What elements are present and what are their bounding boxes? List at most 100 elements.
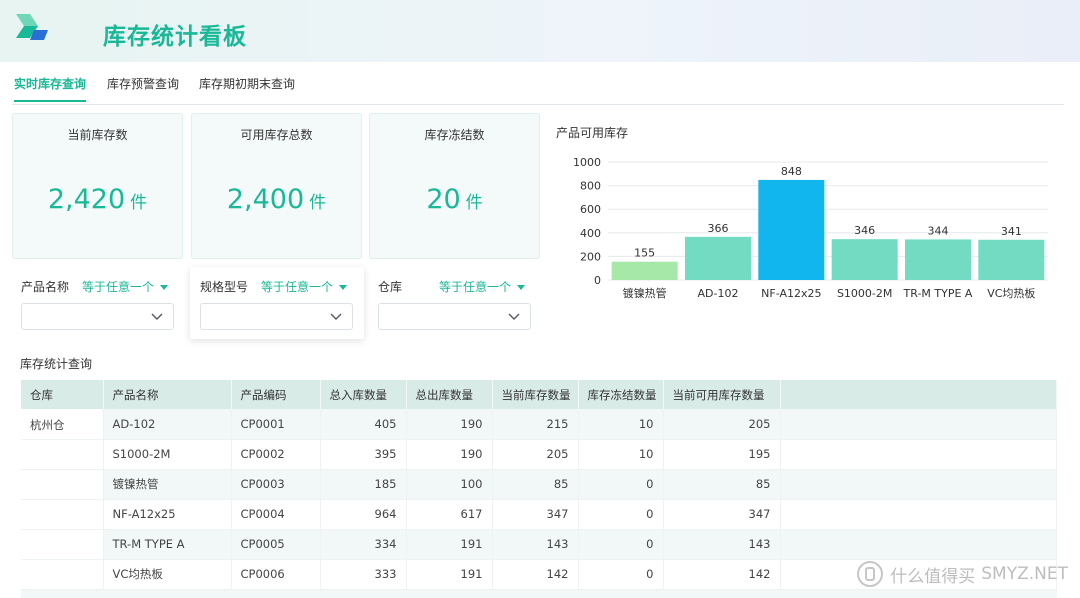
x-tick-label: NF-A12x25 — [761, 287, 821, 300]
column-header-total-in[interactable]: 总入库数量 — [320, 380, 407, 409]
available-stock-cell: 143 — [663, 529, 781, 560]
stat-card-current-stock: 当前库存数 2,420 件 — [12, 113, 183, 259]
filler-cell — [780, 409, 1057, 440]
filter-label-spec-model: 规格型号 — [200, 280, 249, 294]
card-title: 当前库存数 — [67, 128, 128, 142]
filter-operator-text: 等于任意一个 — [439, 280, 512, 294]
filler-cell — [780, 469, 1057, 500]
total-out-cell: 100 — [406, 469, 493, 500]
y-tick-label: 600 — [580, 203, 601, 216]
card-number: 2,420 — [47, 184, 126, 215]
total-out-cell: 191 — [406, 559, 493, 590]
table-section-title: 库存统计查询 — [20, 357, 93, 371]
spec-model-select[interactable] — [200, 303, 353, 330]
product-name-cell: 镀镍热管 — [103, 469, 232, 500]
total-in-cell: 395 — [320, 439, 407, 470]
warehouse-select[interactable] — [378, 303, 531, 330]
card-unit: 件 — [130, 193, 148, 213]
card-value: 20 件 — [370, 184, 539, 215]
card-unit: 件 — [465, 193, 483, 213]
product-name-cell: AD-102 — [103, 409, 232, 440]
caret-down-icon — [517, 285, 526, 290]
column-header-frozen-stock[interactable]: 库存冻结数量 — [578, 380, 664, 409]
x-tick-label: S1000-2M — [837, 287, 892, 300]
column-header-product-code[interactable]: 产品编码 — [231, 380, 321, 409]
warehouse-cell — [21, 529, 104, 560]
filter-operator-text: 等于任意一个 — [82, 280, 155, 294]
product-name-cell: VC均热板 — [103, 559, 232, 590]
watermark: 什么值得买 SMYZ.NET — [856, 556, 1068, 592]
available-stock-cell: 347 — [663, 499, 781, 530]
column-header-warehouse[interactable]: 仓库 — [21, 380, 104, 409]
x-tick-label: AD-102 — [698, 287, 739, 300]
chart-bar — [758, 179, 825, 280]
stat-card-frozen-stock: 库存冻结数 20 件 — [369, 113, 540, 259]
app-header: 库存统计看板 — [0, 0, 1080, 62]
filter-operator-product-name[interactable]: 等于任意一个 — [82, 278, 169, 295]
total-out-cell: 190 — [406, 439, 493, 470]
filler-cell — [780, 499, 1057, 530]
card-value: 2,420 件 — [13, 184, 182, 215]
available-stock-cell: 85 — [663, 469, 781, 500]
chart-bar — [685, 236, 751, 280]
tab-realtime-stock[interactable]: 实时库存查询 — [14, 75, 87, 102]
table-row[interactable]: TR-M TYPE A CP0005 334 191 143 0 143 — [21, 529, 1057, 560]
warehouse-cell — [21, 469, 104, 500]
filler-cell — [780, 529, 1057, 560]
product-code-cell: CP0001 — [231, 409, 321, 440]
table-header-row: 仓库 产品名称 产品编码 总入库数量 总出库数量 当前库存数量 库存冻结数量 当… — [21, 380, 1057, 409]
card-title: 库存冻结数 — [424, 128, 485, 142]
current-stock-cell: 143 — [492, 529, 579, 560]
card-number: 2,400 — [226, 184, 305, 215]
frozen-stock-cell: 0 — [578, 499, 664, 530]
current-stock-cell: 215 — [492, 409, 579, 440]
bar-value-label: 366 — [708, 222, 729, 235]
filter-operator-warehouse[interactable]: 等于任意一个 — [439, 278, 526, 295]
bar-value-label: 346 — [854, 224, 875, 237]
current-stock-cell: 205 — [492, 439, 579, 470]
product-name-cell: S1000-2M — [103, 439, 232, 470]
filter-operator-spec-model[interactable]: 等于任意一个 — [261, 278, 348, 295]
chart-title: 产品可用库存 — [556, 126, 629, 140]
frozen-stock-cell: 0 — [578, 559, 664, 590]
tab-stock-warning[interactable]: 库存预警查询 — [107, 75, 179, 100]
table-row[interactable]: S1000-2M CP0002 395 190 205 10 195 — [21, 439, 1057, 470]
frozen-stock-cell: 0 — [578, 529, 664, 560]
warehouse-cell — [21, 559, 104, 590]
current-stock-cell: 85 — [492, 469, 579, 500]
available-stock-cell: 142 — [663, 559, 781, 590]
table-row[interactable]: 杭州仓 AD-102 CP0001 405 190 215 10 205 — [21, 409, 1057, 440]
warehouse-cell: 杭州仓 — [21, 409, 104, 440]
column-header-product-name[interactable]: 产品名称 — [103, 380, 232, 409]
total-in-cell: 405 — [320, 409, 407, 440]
product-name-cell: NF-A12x25 — [103, 499, 232, 530]
column-header-filler — [780, 380, 1057, 409]
column-header-available-stock[interactable]: 当前可用库存数量 — [663, 380, 781, 409]
product-code-cell: CP0002 — [231, 439, 321, 470]
card-title: 可用库存总数 — [240, 128, 313, 142]
frozen-stock-cell: 0 — [578, 469, 664, 500]
chart-bar — [978, 239, 1045, 280]
column-header-total-out[interactable]: 总出库数量 — [406, 380, 493, 409]
app-logo-icon — [16, 14, 48, 40]
table-row[interactable]: 镀镍热管 CP0003 185 100 85 0 85 — [21, 469, 1057, 500]
total-in-cell: 964 — [320, 499, 407, 530]
product-code-cell: CP0005 — [231, 529, 321, 560]
y-tick-label: 1000 — [573, 156, 601, 169]
chart-bar — [905, 239, 971, 280]
tab-period-stock[interactable]: 库存期初期末查询 — [199, 75, 295, 100]
filler-cell — [780, 439, 1057, 470]
caret-down-icon — [339, 285, 348, 290]
chevron-down-icon — [508, 313, 520, 320]
filter-label-product-name: 产品名称 — [21, 280, 70, 294]
product-name-select[interactable] — [21, 303, 174, 330]
product-code-cell: CP0006 — [231, 559, 321, 590]
watermark-text: 什么值得买 — [890, 566, 976, 587]
x-tick-label: VC均热板 — [987, 286, 1035, 300]
card-number: 20 — [426, 184, 461, 215]
table-row[interactable]: NF-A12x25 CP0004 964 617 347 0 347 — [21, 499, 1057, 530]
warehouse-cell — [21, 499, 104, 530]
column-header-current-stock[interactable]: 当前库存数量 — [492, 380, 579, 409]
filter-operator-text: 等于任意一个 — [261, 280, 334, 294]
bar-value-label: 848 — [781, 165, 802, 178]
